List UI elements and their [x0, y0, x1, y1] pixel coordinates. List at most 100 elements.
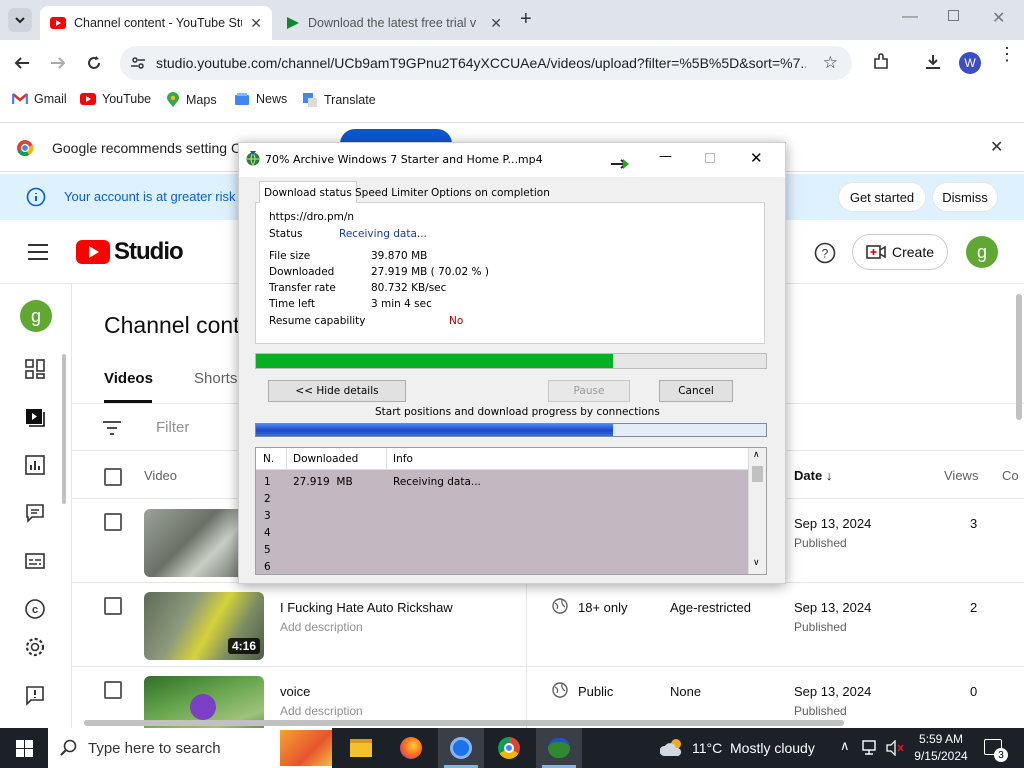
video-title[interactable]: voice [280, 684, 310, 699]
tab-download-trial[interactable]: Download the latest free trial v ✕ [276, 6, 512, 40]
hide-details-button[interactable]: << Hide details [268, 380, 406, 402]
video-title[interactable]: I Fucking Hate Auto Rickshaw [280, 600, 453, 615]
connections-scrollbar[interactable]: ∧ ∨ [748, 448, 766, 574]
tab-options-on-completion[interactable]: Options on completion [427, 183, 554, 203]
table-row[interactable]: voice Add description Public None Sep 13… [72, 667, 1024, 728]
analytics-icon[interactable] [24, 454, 46, 476]
content-icon[interactable] [24, 406, 46, 428]
filter-input[interactable]: Filter [156, 419, 189, 436]
download-icon[interactable] [924, 53, 942, 71]
back-arrow-icon[interactable] [14, 55, 30, 71]
browser-menu-icon[interactable]: ⋮ [998, 45, 1016, 63]
filter-icon[interactable] [102, 420, 122, 436]
column-header-date[interactable]: Date ↓ [794, 468, 832, 483]
bookmark-maps[interactable]: Maps [166, 92, 217, 108]
scroll-thumb[interactable] [752, 466, 763, 482]
nav-channel-avatar[interactable]: g [20, 300, 52, 332]
dashboard-icon[interactable] [24, 358, 46, 380]
reload-icon[interactable] [86, 55, 102, 71]
taskbar-active-app-slot[interactable] [438, 728, 484, 768]
connection-row[interactable]: 4 [256, 525, 746, 542]
tab-speed-limiter[interactable]: Speed Limiter [351, 183, 432, 203]
volume-muted-icon[interactable] [886, 740, 904, 756]
get-started-button[interactable]: Get started [838, 182, 926, 212]
close-window-button[interactable]: ✕ [992, 8, 1005, 28]
chrome-taskbar-icon[interactable] [498, 737, 520, 759]
extensions-icon[interactable] [872, 53, 890, 71]
row-checkbox[interactable] [104, 681, 122, 699]
select-all-checkbox[interactable] [104, 468, 122, 486]
arrow-right-icon[interactable] [611, 159, 629, 169]
subtitles-icon[interactable] [24, 550, 46, 572]
hamburger-menu-icon[interactable] [28, 244, 48, 260]
bookmark-youtube[interactable]: YouTube [80, 92, 151, 106]
connection-row[interactable]: 5 [256, 542, 746, 559]
scroll-down-icon[interactable]: ∨ [753, 558, 760, 568]
weather-cloud-icon [660, 739, 682, 756]
dialog-maximize-button[interactable] [705, 153, 715, 163]
network-icon[interactable] [862, 740, 880, 756]
tab-shorts[interactable]: Shorts [194, 370, 237, 387]
clock-time[interactable]: 5:59 AM [916, 732, 966, 746]
sort-arrow-down-icon: ↓ [825, 468, 833, 483]
create-button[interactable]: Create [852, 234, 948, 270]
connection-info: Receiving data... [393, 476, 481, 488]
content-vertical-scrollbar[interactable] [1016, 294, 1022, 420]
taskbar-search-box[interactable]: Type here to search [48, 728, 332, 768]
video-description[interactable]: Add description [280, 704, 363, 718]
restore-button[interactable] [948, 10, 959, 21]
tab-youtube-studio[interactable]: Channel content - YouTube Stu ✕ [40, 6, 272, 40]
row-checkbox[interactable] [104, 513, 122, 531]
connections-progress-bar [255, 423, 767, 437]
tab-videos[interactable]: Videos [104, 370, 153, 387]
file-explorer-icon[interactable] [350, 739, 372, 757]
comments-icon[interactable] [24, 502, 46, 524]
video-description[interactable]: Add description [280, 620, 363, 634]
column-header-comments: Co [1002, 468, 1019, 483]
nav-scrollbar[interactable] [62, 354, 66, 504]
new-tab-button[interactable]: + [520, 8, 532, 31]
weather-widget[interactable]: 11°C Mostly cloudy [660, 728, 815, 768]
bookmark-news[interactable]: News [234, 92, 287, 106]
pause-button[interactable]: Pause [548, 380, 630, 402]
row-checkbox[interactable] [104, 597, 122, 615]
site-info-icon[interactable] [130, 55, 146, 71]
close-recommend-icon[interactable]: ✕ [990, 137, 1003, 157]
profile-avatar[interactable]: W [959, 52, 981, 74]
close-tab-icon[interactable]: ✕ [250, 15, 262, 32]
help-icon[interactable]: ? [814, 242, 836, 264]
connection-row[interactable]: 2 [256, 491, 746, 508]
channel-avatar[interactable]: g [966, 236, 998, 268]
bookmark-star-icon[interactable]: ☆ [823, 53, 838, 73]
connection-row[interactable]: 1 27.919 MB Receiving data... [256, 474, 746, 491]
firefox-icon[interactable] [400, 737, 422, 759]
scroll-up-icon[interactable]: ∧ [753, 450, 760, 460]
connection-row[interactable]: 6 [256, 559, 746, 574]
content-horizontal-scrollbar[interactable] [84, 720, 844, 726]
windows-start-icon[interactable] [16, 740, 33, 757]
feedback-icon[interactable] [24, 684, 46, 706]
settings-gear-icon[interactable] [24, 636, 46, 658]
bookmark-label: YouTube [102, 92, 152, 106]
dialog-titlebar[interactable]: 70% Archive Windows 7 Starter and Home P… [239, 143, 785, 177]
tab-search-button[interactable] [8, 8, 32, 32]
copyright-icon[interactable]: c [24, 598, 46, 620]
close-tab-icon[interactable]: ✕ [490, 15, 502, 32]
minimize-button[interactable]: — [902, 8, 918, 26]
tab-download-status[interactable]: Download status [259, 181, 357, 203]
idm-taskbar-slot[interactable] [536, 728, 582, 768]
tray-overflow-icon[interactable]: ∧ [840, 738, 850, 754]
table-row[interactable]: 4:16 I Fucking Hate Auto Rickshaw Add de… [72, 583, 1024, 667]
address-bar[interactable]: studio.youtube.com/channel/UCb9amT9GPnu2… [120, 46, 852, 80]
header-sep [386, 448, 387, 470]
forward-arrow-icon[interactable] [50, 55, 66, 71]
cancel-button[interactable]: Cancel [659, 380, 733, 402]
dialog-minimize-button[interactable]: — [659, 149, 672, 164]
clock-date[interactable]: 9/15/2024 [912, 749, 970, 763]
video-thumbnail[interactable]: 4:16 [144, 592, 264, 660]
bookmark-translate[interactable]: Translate [302, 92, 376, 108]
dismiss-button[interactable]: Dismiss [932, 182, 998, 212]
connection-row[interactable]: 3 [256, 508, 746, 525]
bookmark-gmail[interactable]: Gmail [12, 92, 67, 106]
dialog-close-button[interactable]: ✕ [750, 149, 763, 167]
